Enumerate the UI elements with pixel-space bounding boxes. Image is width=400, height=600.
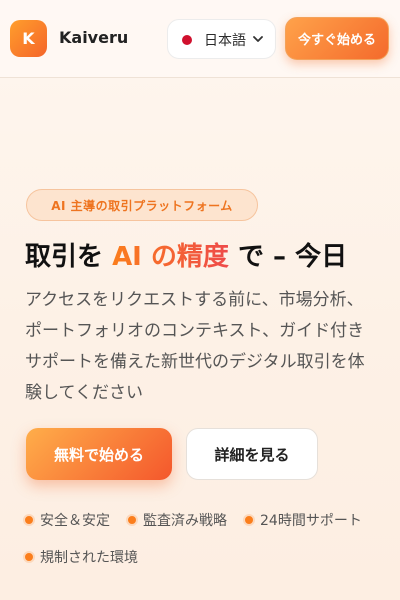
- start-now-button[interactable]: 今すぐ始める: [285, 17, 389, 60]
- learn-more-button[interactable]: 詳細を見る: [186, 428, 318, 480]
- headline-part2: で – 今日: [228, 242, 348, 272]
- feature-label: 安全＆安定: [40, 513, 110, 529]
- brand-name[interactable]: Kaiveru: [59, 28, 128, 47]
- language-selector[interactable]: 日本語: [167, 19, 276, 59]
- headline-highlight: AI の精度: [112, 242, 229, 272]
- feature-label: 監査済み戦略: [143, 513, 227, 529]
- feature-item: 規制された環境: [23, 547, 138, 567]
- bullet-dot-icon: [23, 551, 35, 563]
- feature-item: 監査済み戦略: [126, 510, 227, 530]
- hero-description: アクセスをリクエストする前に、市場分析、ポートフォリオのコンテキスト、ガイド付き…: [25, 290, 365, 403]
- start-free-button[interactable]: 無料で始める: [26, 428, 172, 480]
- top-header: K Kaiveru 日本語 今すぐ始める: [0, 0, 400, 78]
- language-label: 日本語: [204, 33, 246, 49]
- feature-label: 24時間サポート: [260, 513, 362, 529]
- bullet-dot-icon: [23, 514, 35, 526]
- bullet-dot-icon: [243, 514, 255, 526]
- brand-logo[interactable]: K: [10, 20, 47, 57]
- headline-part1: 取引を: [25, 242, 113, 272]
- bullet-dot-icon: [126, 514, 138, 526]
- feature-label: 規制された環境: [40, 550, 138, 566]
- japan-flag-icon: [182, 35, 192, 45]
- feature-item: 24時間サポート: [243, 510, 362, 530]
- chevron-down-icon: [253, 36, 263, 42]
- hero-headline: 取引を AI の精度 で – 今日: [25, 236, 395, 273]
- feature-item: 安全＆安定: [23, 510, 110, 530]
- platform-badge: AI 主導の取引プラットフォーム: [26, 189, 258, 221]
- logo-letter: K: [22, 29, 35, 48]
